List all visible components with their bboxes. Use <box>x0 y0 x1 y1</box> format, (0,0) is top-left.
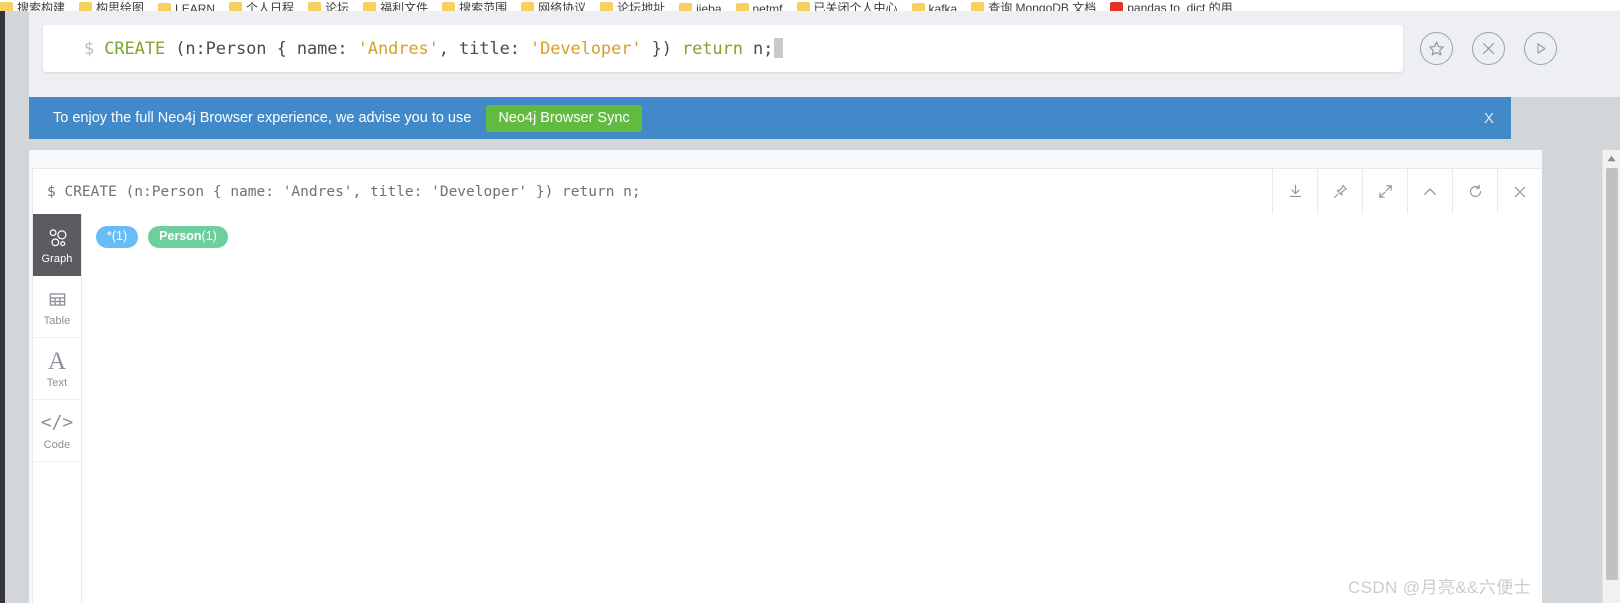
browser-sync-banner: To enjoy the full Neo4j Browser experien… <box>29 97 1511 139</box>
pin-icon[interactable] <box>1317 169 1362 214</box>
collapse-icon[interactable] <box>1407 169 1452 214</box>
result-frame-body: Graph Table A Text </> Code *(1) Person(… <box>33 214 1542 603</box>
pill-all-nodes[interactable]: *(1) <box>96 226 139 248</box>
app-left-rail <box>0 11 5 603</box>
tab-text-label: Text <box>46 376 68 389</box>
text-cursor <box>774 38 784 58</box>
tab-table-label: Table <box>43 314 71 327</box>
prompt-symbol: $ <box>84 39 95 59</box>
refresh-icon[interactable] <box>1452 169 1497 214</box>
token-plain: }) <box>641 39 683 59</box>
result-frame: $ CREATE (n:Person { name: 'Andres', tit… <box>32 168 1542 603</box>
query-editor-bar: $ CREATE (n:Person { name: 'Andres', tit… <box>29 11 1620 97</box>
banner-right-gutter <box>1511 97 1620 139</box>
stream-scrollbar[interactable] <box>1602 150 1620 603</box>
tab-code-label: Code <box>43 438 71 451</box>
pill-label-name: Person <box>159 229 202 243</box>
neo4j-browser-app: $ CREATE (n:Person { name: 'Andres', tit… <box>0 11 1620 603</box>
query-input[interactable]: $ CREATE (n:Person { name: 'Andres', tit… <box>43 25 1403 72</box>
csdn-watermark: CSDN @月亮&&六便士 <box>1347 578 1531 597</box>
scroll-up-arrow-icon[interactable] <box>1603 150 1620 167</box>
pill-label-person[interactable]: Person(1) <box>148 226 228 248</box>
token-keyword: return <box>682 39 743 59</box>
graph-icon <box>46 225 69 250</box>
favorite-button[interactable] <box>1420 32 1453 65</box>
tab-table[interactable]: Table <box>33 276 81 338</box>
result-stream: $ CREATE (n:Person { name: 'Andres', tit… <box>29 150 1542 603</box>
token-plain: n; <box>742 39 774 59</box>
token-string: 'Andres' <box>357 39 439 59</box>
token-plain: (n:Person { name: <box>165 39 358 59</box>
editor-actions <box>1420 32 1557 65</box>
query-input-text: $ CREATE (n:Person { name: 'Andres', tit… <box>43 38 784 59</box>
run-query-button[interactable] <box>1524 32 1557 65</box>
result-frame-actions <box>1272 169 1542 214</box>
token-string: 'Developer' <box>529 39 642 59</box>
text-icon: A <box>47 347 67 375</box>
result-query-text: $ CREATE (n:Person { name: 'Andres', tit… <box>47 183 641 200</box>
tab-code[interactable]: </> Code <box>33 400 81 462</box>
banner-close-icon[interactable]: X <box>1484 110 1494 127</box>
tab-graph-label: Graph <box>41 253 73 265</box>
clear-editor-button[interactable] <box>1472 32 1505 65</box>
tab-text[interactable]: A Text <box>33 338 81 400</box>
result-view-tabs: Graph Table A Text </> Code <box>33 214 82 603</box>
graph-canvas[interactable]: *(1) Person(1) Andres CSDN @月亮&&六便士 <box>82 214 1542 603</box>
token-plain: , title: <box>438 39 530 59</box>
token-keyword: CREATE <box>104 39 166 59</box>
result-frame-header: $ CREATE (n:Person { name: 'Andres', tit… <box>33 169 1542 215</box>
graph-legend: *(1) Person(1) <box>96 226 228 248</box>
scrollbar-thumb[interactable] <box>1606 168 1618 580</box>
banner-message: To enjoy the full Neo4j Browser experien… <box>53 110 472 126</box>
download-icon[interactable] <box>1272 169 1317 214</box>
table-icon <box>47 287 68 312</box>
code-icon: </> <box>40 412 74 433</box>
fullscreen-icon[interactable] <box>1362 169 1407 214</box>
tab-graph[interactable]: Graph <box>33 214 81 276</box>
close-icon[interactable] <box>1497 169 1542 214</box>
pill-label-count: (1) <box>201 229 217 243</box>
neo4j-browser-sync-button[interactable]: Neo4j Browser Sync <box>486 104 642 132</box>
